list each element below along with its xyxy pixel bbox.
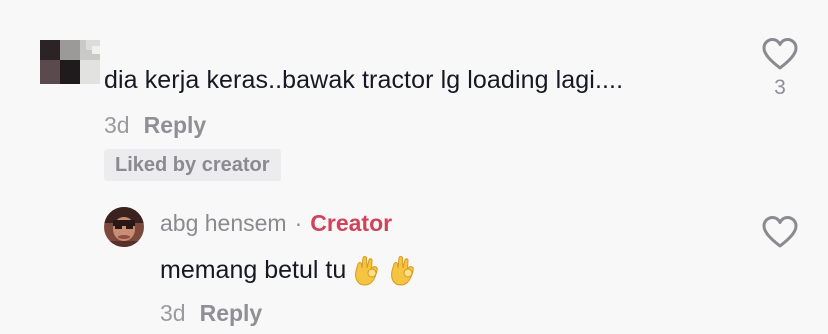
- reply-timestamp: 3d: [160, 300, 186, 326]
- comment-like-count: 3: [774, 76, 786, 99]
- pixelated-avatar-icon: [40, 40, 100, 84]
- comment-like-heart-icon[interactable]: [761, 37, 799, 71]
- liked-by-creator-badge: Liked by creator: [104, 149, 281, 181]
- reply-like-heart-icon[interactable]: [761, 215, 799, 249]
- reply-text-row: memang betul tu: [160, 254, 418, 286]
- comment-text: dia kerja keras..bawak tractor lg loadin…: [104, 66, 624, 94]
- creator-badge: Creator: [310, 210, 393, 236]
- comment-timestamp: 3d: [104, 112, 130, 138]
- commenter-avatar[interactable]: [40, 40, 100, 84]
- ok-hand-emoji-icon: [355, 256, 378, 286]
- reply-avatar[interactable]: [104, 207, 144, 247]
- reply-meta: 3d Reply: [160, 300, 262, 327]
- separator-dot: ·: [294, 210, 303, 236]
- ok-hand-emoji-icon: [391, 256, 414, 286]
- reply-username[interactable]: abg hensem: [160, 210, 287, 236]
- reply-header: abg hensem · Creator: [160, 210, 392, 237]
- comment-reply-button[interactable]: Reply: [144, 112, 207, 138]
- profile-photo-avatar: [104, 207, 144, 247]
- reply-reply-button[interactable]: Reply: [200, 300, 263, 326]
- comment-meta: 3d Reply: [104, 112, 206, 139]
- reply-text: memang betul tu: [160, 255, 347, 284]
